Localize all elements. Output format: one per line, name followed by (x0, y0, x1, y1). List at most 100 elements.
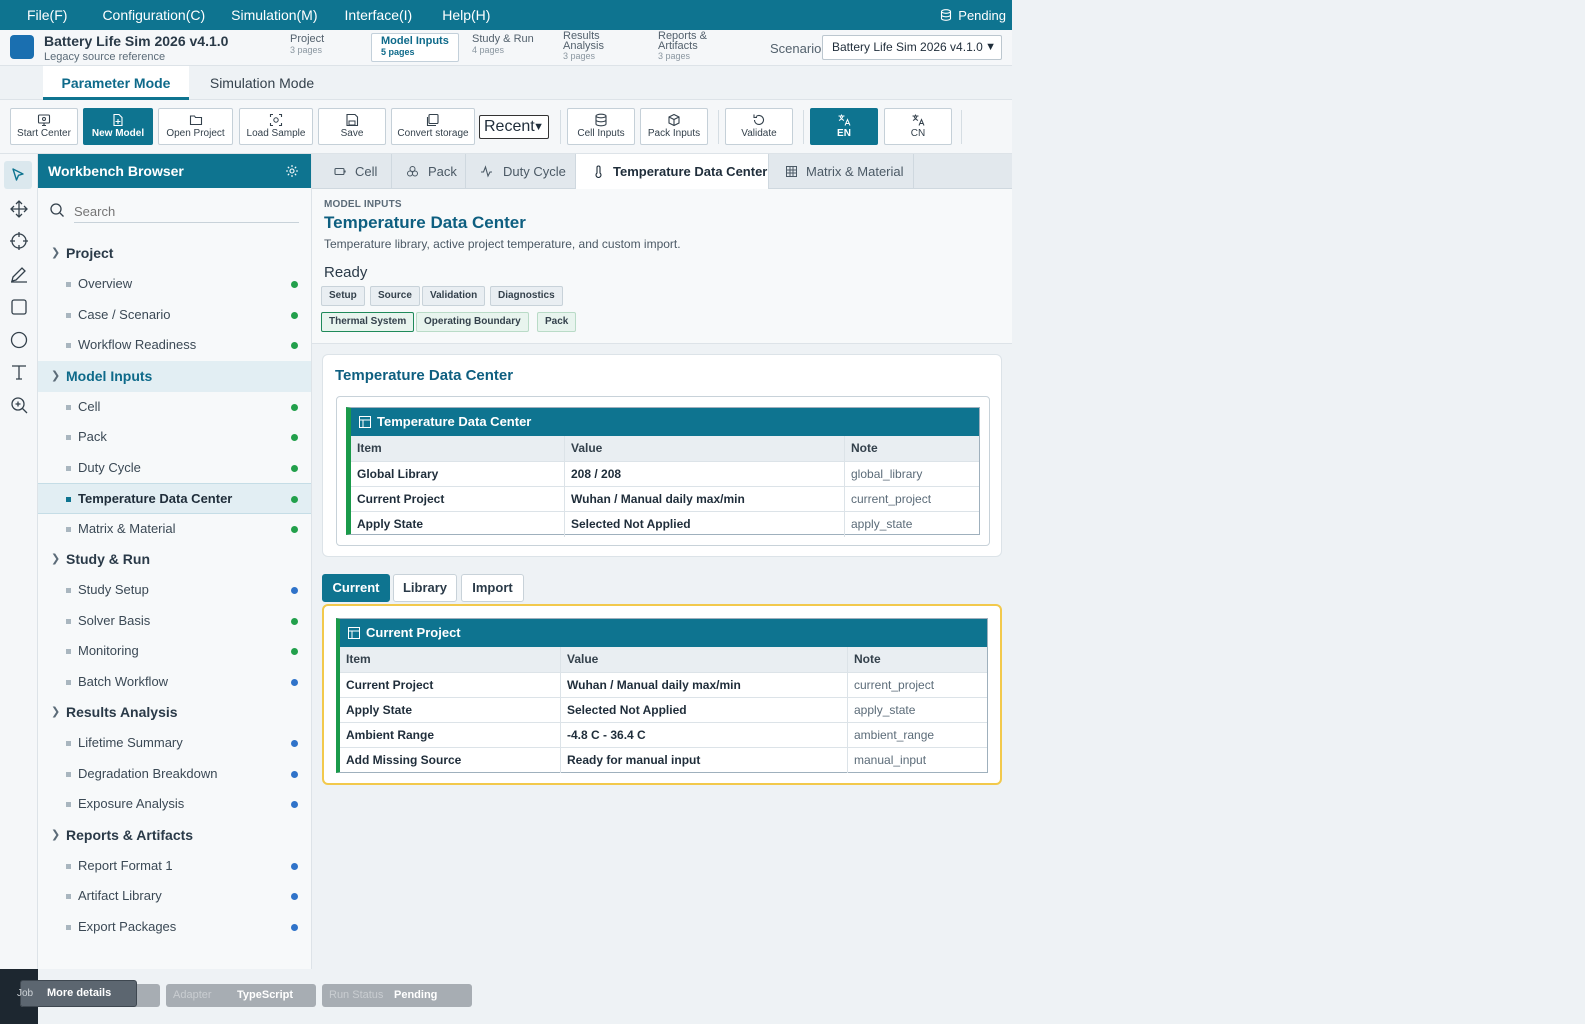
sidebar-item-workflow-readiness[interactable]: Workflow Readiness (38, 330, 311, 361)
chip-validation[interactable]: Validation (422, 286, 486, 306)
recent-value: Recent (484, 118, 535, 135)
chip-source[interactable]: Source (370, 286, 420, 306)
job-key: Job (17, 988, 34, 999)
rectangle-tool[interactable] (8, 296, 30, 318)
gear-icon[interactable] (285, 164, 299, 178)
button-label: Start Center (17, 128, 71, 139)
page-group-reports-artifacts[interactable]: Reports & Artifacts 3 pages (658, 31, 728, 62)
activity-icon (481, 165, 492, 178)
chip-pack[interactable]: Pack (537, 312, 577, 332)
cell-inputs-button[interactable]: Cell Inputs (567, 108, 635, 145)
language-cn-button[interactable]: CN (884, 108, 952, 145)
language-en-button[interactable]: EN (810, 108, 878, 145)
convert-storage-button[interactable]: Convert storage (391, 108, 475, 145)
pen-tool[interactable] (8, 263, 30, 285)
save-button[interactable]: Save (318, 108, 386, 145)
sidebar-group-model-inputs[interactable]: ❯ Model Inputs (38, 360, 311, 392)
sidebar-item-degradation-breakdown[interactable]: Degradation Breakdown (38, 759, 311, 790)
segment-current[interactable]: Current (322, 574, 390, 602)
sidebar-item-label: Degradation Breakdown (78, 765, 218, 781)
bullet-icon (66, 282, 71, 287)
text-tool[interactable] (8, 361, 30, 383)
sidebar-item-matrix-material[interactable]: Matrix & Material (38, 514, 311, 545)
open-project-button[interactable]: Open Project (158, 108, 233, 145)
more-details-button[interactable]: Job More details (17, 980, 137, 1007)
sidebar-group-reports-artifacts[interactable]: ❯ Reports & Artifacts (38, 820, 311, 851)
menu-configuration[interactable]: Configuration(C) (102, 7, 205, 23)
sidebar-group-study-run[interactable]: ❯ Study & Run (38, 544, 311, 575)
sidebar-group-label: Results Analysis (66, 704, 178, 720)
start-center-button[interactable]: Start Center (10, 108, 78, 145)
bullet-icon (66, 526, 71, 532)
page-group-model-inputs[interactable]: Model Inputs 5 pages (371, 33, 459, 62)
chip-setup[interactable]: Setup (321, 286, 365, 306)
recent-select[interactable]: Recent ▼ (479, 115, 549, 139)
sidebar-tree: ❯ Project Overview Case / Scenario Workfl… (38, 240, 311, 942)
sidebar-item-case-scenario[interactable]: Case / Scenario (38, 300, 311, 331)
chip-thermal-system[interactable]: Thermal System (321, 312, 415, 332)
boxes-icon (407, 166, 418, 177)
menu-help[interactable]: Help(H) (442, 7, 490, 23)
tab-duty-cycle[interactable]: Duty Cycle (466, 154, 576, 189)
sidebar-group-results-analysis[interactable]: ❯ Results Analysis (38, 697, 311, 728)
table-title: Temperature Data Center (377, 414, 532, 429)
menu-file[interactable]: File(F) (27, 7, 67, 23)
package-icon (668, 113, 680, 127)
segment-import[interactable]: Import (461, 574, 524, 602)
sidebar-item-overview[interactable]: Overview (38, 269, 311, 300)
chip-diagnostics[interactable]: Diagnostics (490, 286, 563, 306)
column-header-note: Note (847, 647, 987, 672)
sidebar-item-label: Artifact Library (78, 888, 162, 903)
menu-simulation[interactable]: Simulation(M) (231, 7, 317, 23)
tab-matrix-material[interactable]: Matrix & Material (769, 154, 914, 189)
load-sample-button[interactable]: Load Sample (239, 108, 313, 145)
new-model-button[interactable]: New Model (83, 108, 153, 145)
sidebar-item-label: Overview (78, 276, 133, 291)
sidebar-item-lifetime-summary[interactable]: Lifetime Summary (38, 728, 311, 759)
sidebar-item-batch-workflow[interactable]: Batch Workflow (38, 667, 311, 698)
status-dot (291, 923, 298, 931)
zoom-tool[interactable] (8, 394, 30, 416)
segment-library[interactable]: Library (393, 574, 457, 602)
sidebar-item-temperature-data-center[interactable]: Temperature Data Center (38, 483, 311, 514)
table-icon (359, 416, 371, 428)
scenario-select[interactable]: Battery Life Sim 2026 v4.1.0 ▼ (822, 35, 1002, 60)
grid-icon (786, 166, 797, 177)
move-tool[interactable] (8, 198, 30, 220)
page-group-study-run[interactable]: Study & Run 4 pages (472, 34, 534, 56)
sidebar-item-export-packages[interactable]: Export Packages (38, 912, 311, 943)
validate-button[interactable]: Validate (725, 108, 793, 145)
menu-interface[interactable]: Interface(I) (345, 7, 413, 23)
chip-operating-boundary[interactable]: Operating Boundary (416, 312, 529, 332)
sidebar-item-cell[interactable]: Cell (38, 392, 311, 423)
search-input[interactable] (74, 201, 299, 223)
pack-inputs-button[interactable]: Pack Inputs (640, 108, 708, 145)
status-dot (291, 496, 298, 503)
sidebar-item-pack[interactable]: Pack (38, 422, 311, 453)
sidebar-item-duty-cycle[interactable]: Duty Cycle (38, 453, 311, 484)
sidebar-item-monitoring[interactable]: Monitoring (38, 636, 311, 667)
translate-icon (838, 114, 851, 126)
tab-pack[interactable]: Pack (392, 154, 466, 189)
target-tool[interactable] (8, 230, 30, 252)
tab-cell[interactable]: Cell (312, 154, 392, 189)
sidebar-item-exposure-analysis[interactable]: Exposure Analysis (38, 789, 311, 820)
sidebar-item-solver-basis[interactable]: Solver Basis (38, 606, 311, 637)
sidebar-item-report-format-1[interactable]: Report Format 1 (38, 851, 311, 882)
page-group-results-analysis[interactable]: Results Analysis 3 pages (563, 31, 623, 62)
select-tool[interactable] (4, 161, 32, 189)
adapter-key: Adapter (173, 989, 212, 1001)
thermometer-icon (595, 165, 602, 178)
monitor-icon (37, 114, 51, 127)
zoom-in-icon (11, 397, 28, 414)
tab-parameter-mode[interactable]: Parameter Mode (43, 66, 189, 100)
page-group-project[interactable]: Project 3 pages (290, 34, 324, 56)
circle-tool[interactable] (8, 329, 30, 351)
sidebar-group-project[interactable]: ❯ Project (38, 238, 311, 269)
sidebar-item-study-setup[interactable]: Study Setup (38, 575, 311, 606)
app-title: Battery Life Sim 2026 v4.1.0 (44, 33, 229, 49)
cell-value: Selected Not Applied (564, 512, 844, 537)
sidebar-item-artifact-library[interactable]: Artifact Library (38, 881, 311, 912)
tab-temperature-data-center[interactable]: Temperature Data Center (576, 154, 769, 190)
tab-simulation-mode[interactable]: Simulation Mode (189, 66, 335, 100)
